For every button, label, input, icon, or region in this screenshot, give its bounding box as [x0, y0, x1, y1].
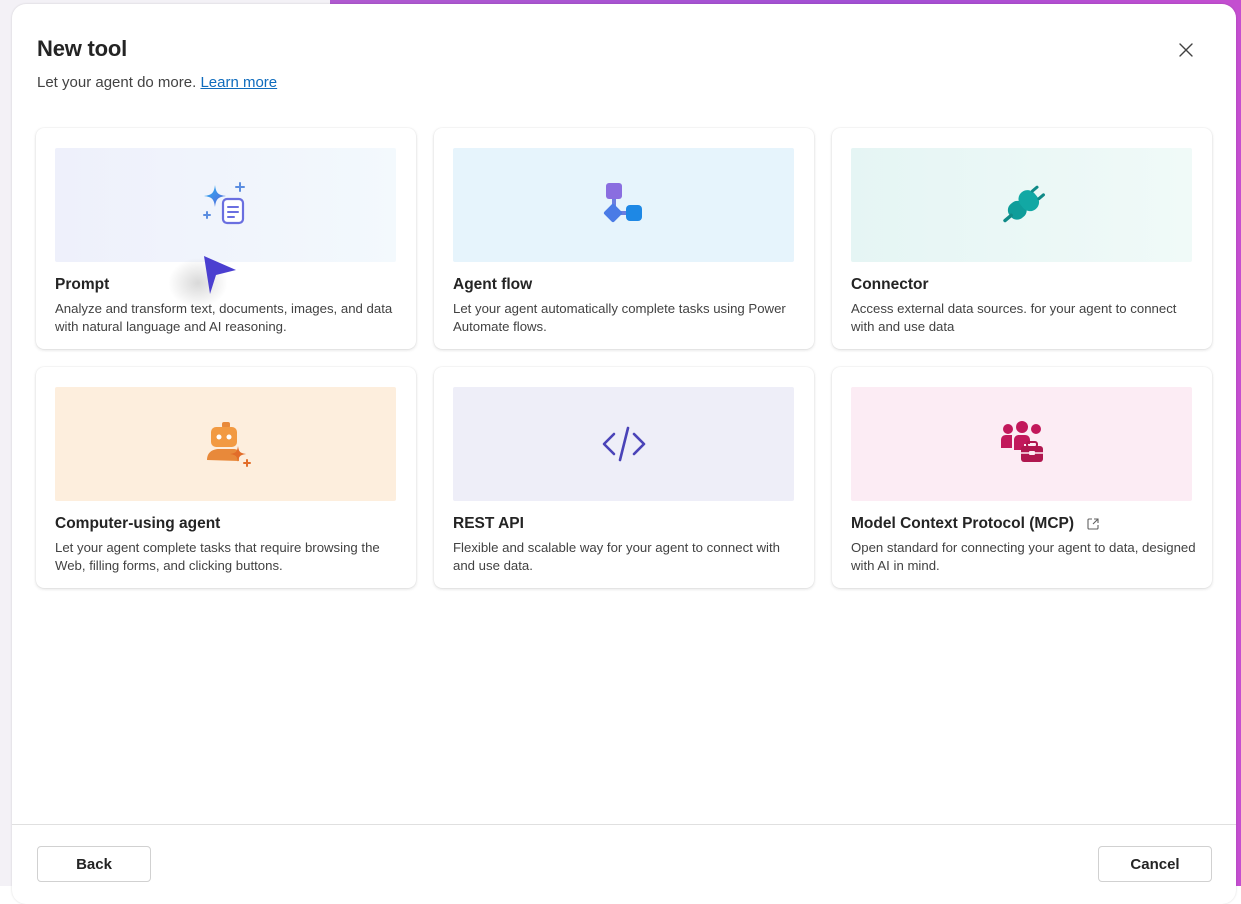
- tool-card-mcp[interactable]: Model Context Protocol (MCP) Open standa…: [832, 367, 1212, 588]
- cancel-button[interactable]: Cancel: [1098, 846, 1212, 882]
- tool-card-connector[interactable]: Connector Access external data sources. …: [832, 128, 1212, 349]
- footer-divider: [12, 824, 1236, 825]
- bot-sparkle-icon: [206, 422, 251, 467]
- new-tool-dialog: New tool Let your agent do more. Learn m…: [12, 4, 1236, 904]
- tool-card-agent-flow[interactable]: Agent flow Let your agent automatically …: [434, 128, 814, 349]
- flow-icon: [603, 183, 642, 223]
- card-description: Access external data sources. for your a…: [851, 301, 1177, 334]
- people-toolbox-icon: [1000, 421, 1043, 462]
- back-button[interactable]: Back: [37, 846, 151, 882]
- close-icon: [1179, 43, 1193, 57]
- tool-card-rest-api[interactable]: REST API Flexible and scalable way for y…: [434, 367, 814, 588]
- learn-more-link[interactable]: Learn more: [200, 74, 277, 91]
- card-description: Analyze and transform text, documents, i…: [55, 301, 393, 334]
- card-banner: [851, 148, 1192, 262]
- card-banner: [453, 387, 794, 501]
- dialog-title: New tool: [37, 36, 128, 61]
- prompt-sparkle-icon: [202, 182, 245, 225]
- dialog-subtitle: Let your agent do more. Learn more: [37, 74, 277, 91]
- card-description: Let your agent complete tasks that requi…: [55, 540, 380, 573]
- card-banner: [851, 387, 1192, 501]
- subtitle-text: Let your agent do more.: [37, 74, 197, 91]
- card-banner: [55, 148, 396, 262]
- card-title: Prompt: [55, 276, 110, 293]
- tool-grid: Prompt Analyze and transform text, docum…: [36, 128, 1212, 588]
- tool-card-computer-using-agent[interactable]: Computer-using agent Let your agent comp…: [36, 367, 416, 588]
- close-button[interactable]: [1172, 36, 1200, 64]
- code-icon: [602, 426, 645, 462]
- card-description: Open standard for connecting your agent …: [851, 540, 1196, 573]
- open-external-icon[interactable]: [1086, 517, 1100, 531]
- card-banner: [55, 387, 396, 501]
- plug-icon: [1002, 185, 1045, 223]
- card-title: Computer-using agent: [55, 515, 221, 532]
- card-description: Flexible and scalable way for your agent…: [453, 540, 780, 573]
- card-title: Model Context Protocol (MCP): [851, 515, 1100, 533]
- card-description: Let your agent automatically complete ta…: [453, 301, 786, 334]
- card-title: Agent flow: [453, 276, 533, 293]
- card-banner: [453, 148, 794, 262]
- card-title: Connector: [851, 276, 929, 293]
- tool-card-prompt[interactable]: Prompt Analyze and transform text, docum…: [36, 128, 416, 349]
- card-title: REST API: [453, 515, 524, 532]
- card-title-text: Model Context Protocol (MCP): [851, 515, 1075, 532]
